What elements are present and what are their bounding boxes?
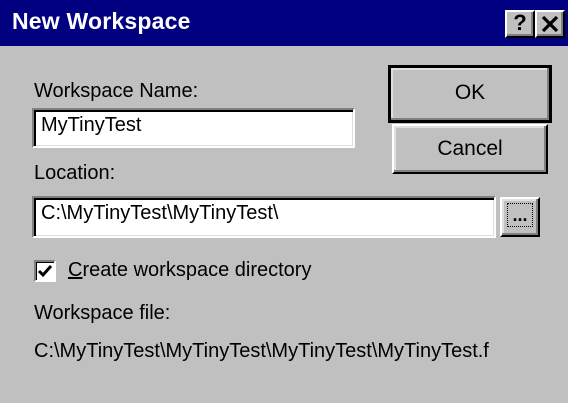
new-workspace-dialog: New Workspace ? Workspace Name: MyTinyTe…	[0, 0, 568, 403]
workspace-name-input[interactable]: MyTinyTest	[32, 108, 355, 148]
workspace-file-label: Workspace file:	[34, 302, 171, 324]
browse-button[interactable]: ...	[500, 197, 540, 237]
help-button[interactable]: ?	[505, 10, 535, 38]
workspace-file-path: C:\MyTinyTest\MyTinyTest\MyTinyTest\MyTi…	[34, 340, 489, 362]
ok-button[interactable]: OK	[388, 65, 552, 123]
close-icon	[540, 14, 560, 39]
question-icon: ?	[513, 10, 527, 35]
create-directory-checkbox[interactable]	[34, 260, 56, 282]
ellipsis-icon: ...	[507, 203, 533, 227]
location-label: Location:	[34, 162, 116, 184]
create-directory-label[interactable]: Create workspace directory	[68, 259, 311, 282]
location-input[interactable]: C:\MyTinyTest\MyTinyTest\	[32, 196, 496, 238]
title-bar[interactable]: New Workspace ?	[0, 0, 568, 46]
window-title: New Workspace	[12, 8, 191, 34]
workspace-name-label: Workspace Name:	[34, 80, 199, 102]
close-button[interactable]	[535, 10, 565, 38]
cancel-button[interactable]: Cancel	[392, 124, 548, 174]
checkmark-icon	[37, 265, 53, 278]
